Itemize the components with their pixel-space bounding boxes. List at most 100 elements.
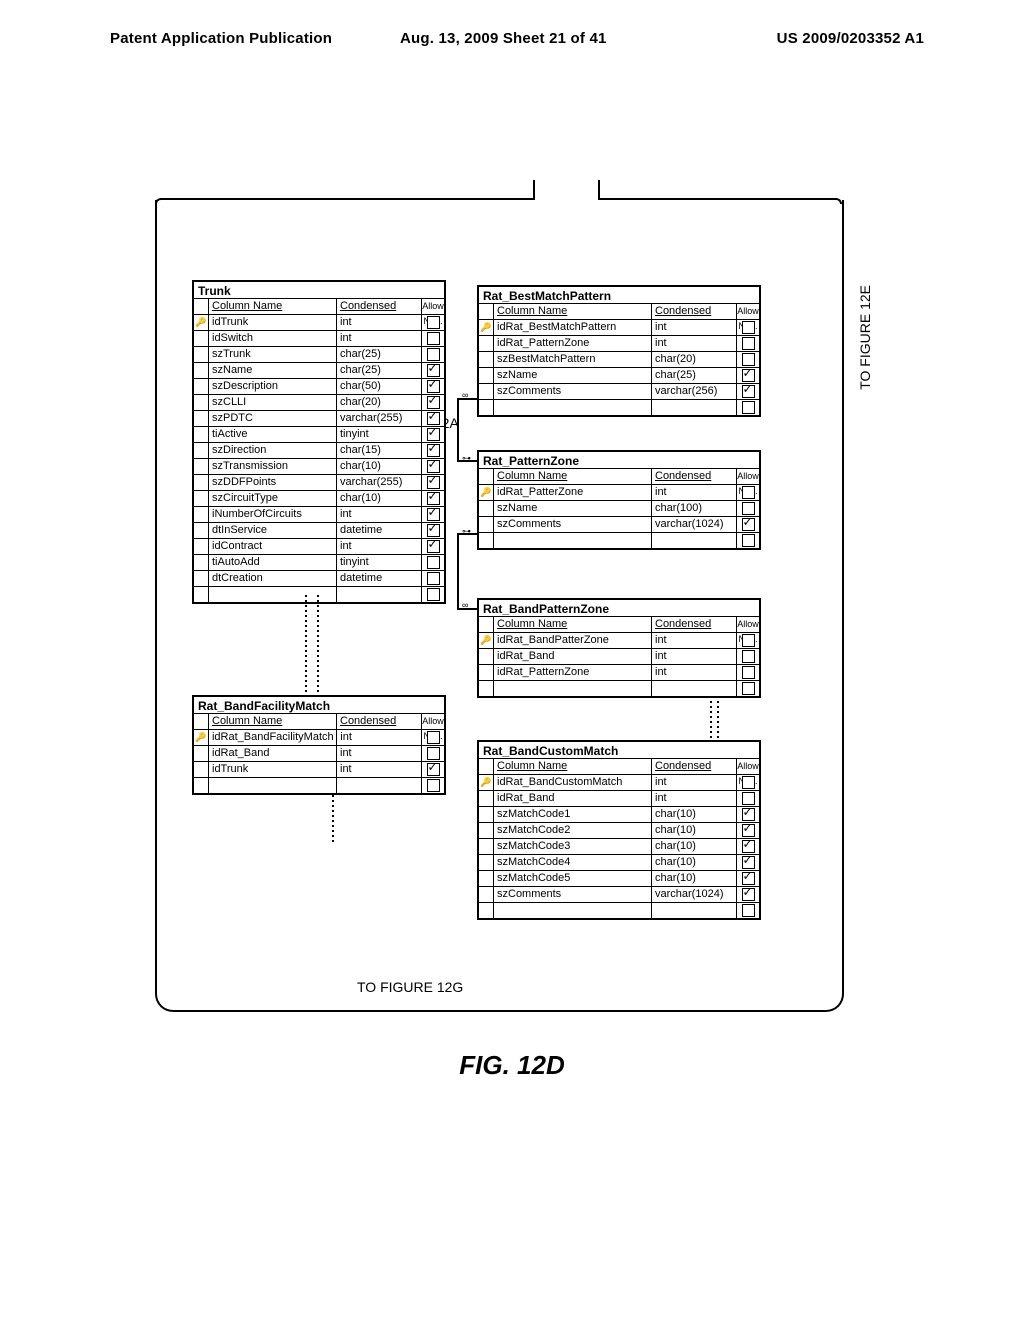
allow-null — [422, 778, 444, 793]
col-header: Column Name — [209, 299, 337, 314]
column-type: char(10) — [337, 459, 422, 474]
col-header: Allow Nu... — [737, 759, 759, 774]
key-link-icon: ⊶ — [462, 526, 471, 537]
table-trunk: Trunk Column NameCondensed TypeAllow Nu.… — [192, 280, 446, 604]
allow-null — [422, 411, 444, 426]
table-row: szMatchCode1char(10) — [479, 807, 759, 823]
pk-icon — [194, 587, 209, 602]
column-name: szName — [494, 368, 652, 383]
table-body: Column NameCondensed TypeAllow Nu...🔑idR… — [479, 617, 759, 696]
allow-null — [737, 791, 759, 806]
allow-null — [737, 887, 759, 902]
column-type: int — [337, 539, 422, 554]
column-name: szComments — [494, 384, 652, 399]
col-header: Condensed Type — [652, 304, 737, 319]
checkbox-icon — [427, 444, 440, 457]
allow-null — [737, 903, 759, 918]
column-name: dtCreation — [209, 571, 337, 586]
pk-icon — [479, 855, 494, 870]
column-type: varchar(1024) — [652, 517, 737, 532]
table-row: szMatchCode5char(10) — [479, 871, 759, 887]
pk-icon — [479, 533, 494, 548]
table-row: szCircuitTypechar(10) — [194, 491, 444, 507]
table-row — [479, 903, 759, 918]
pk-icon — [194, 778, 209, 793]
col-header: Condensed Type — [652, 469, 737, 484]
connector — [457, 398, 459, 460]
column-type: char(10) — [652, 807, 737, 822]
pk-icon — [479, 823, 494, 838]
column-type: int — [652, 665, 737, 680]
table-row: 🔑idRat_BestMatchPatternint — [479, 320, 759, 336]
column-type: char(25) — [337, 347, 422, 362]
column-type — [652, 903, 737, 918]
checkbox-icon — [742, 369, 755, 382]
pk-icon — [479, 368, 494, 383]
column-name: idRat_BandCustomMatch — [494, 775, 652, 790]
checkbox-icon — [427, 364, 440, 377]
allow-null — [737, 533, 759, 548]
pk-icon — [194, 347, 209, 362]
checkbox-icon — [742, 872, 755, 885]
key-link-icon: ⊶ — [462, 453, 471, 464]
checkbox-icon — [742, 518, 755, 531]
col-header: Column Name — [494, 759, 652, 774]
column-type: int — [652, 633, 737, 648]
pk-icon — [194, 491, 209, 506]
column-type: char(10) — [337, 491, 422, 506]
allow-null — [422, 762, 444, 777]
table-title: Rat_BestMatchPattern — [479, 287, 759, 304]
table-row: szDDFPointsvarchar(255) — [194, 475, 444, 491]
table-row: 🔑idTrunkint — [194, 315, 444, 331]
pk-icon — [194, 571, 209, 586]
column-name — [494, 681, 652, 696]
pk-icon — [194, 746, 209, 761]
column-name: idRat_BandFacilityMatch — [209, 730, 337, 745]
pk-icon — [194, 411, 209, 426]
checkbox-icon — [427, 572, 440, 585]
pk-icon — [194, 459, 209, 474]
checkbox-icon — [742, 888, 755, 901]
checkbox-icon — [742, 486, 755, 499]
pk-icon: 🔑 — [479, 633, 494, 648]
table-body: Column NameCondensed TypeAllow Nu...🔑idR… — [479, 304, 759, 415]
column-name: szTransmission — [209, 459, 337, 474]
col-header: Condensed Type — [337, 299, 422, 314]
pk-icon: 🔑 — [479, 775, 494, 790]
table-body: Column NameCondensed TypeAllow Nu...🔑idR… — [194, 714, 444, 793]
checkbox-icon — [742, 534, 755, 547]
allow-null — [737, 352, 759, 367]
table-row: idRat_PatternZoneint — [479, 665, 759, 681]
pk-icon — [479, 336, 494, 351]
pk-icon — [194, 379, 209, 394]
allow-null — [422, 507, 444, 522]
pk-icon — [194, 762, 209, 777]
table-row: szCommentsvarchar(1024) — [479, 887, 759, 903]
column-name: idRat_PatternZone — [494, 336, 652, 351]
checkbox-icon — [427, 524, 440, 537]
column-name: idRat_BestMatchPattern — [494, 320, 652, 335]
allow-null — [422, 315, 444, 330]
col-header: Allow Nu... — [737, 469, 759, 484]
checkbox-icon — [742, 634, 755, 647]
allow-null — [737, 665, 759, 680]
column-type: int — [337, 507, 422, 522]
column-name: idSwitch — [209, 331, 337, 346]
pk-icon — [479, 887, 494, 902]
column-type — [652, 533, 737, 548]
pk-icon — [194, 395, 209, 410]
table-row: szNamechar(25) — [479, 368, 759, 384]
table-row: idRat_PatternZoneint — [479, 336, 759, 352]
column-type: char(25) — [337, 363, 422, 378]
pk-icon — [479, 839, 494, 854]
pk-icon — [479, 871, 494, 886]
column-type: tinyint — [337, 555, 422, 570]
pk-icon — [194, 507, 209, 522]
pk-icon: 🔑 — [479, 485, 494, 500]
table-row — [479, 400, 759, 415]
pk-icon — [479, 352, 494, 367]
column-type: varchar(1024) — [652, 887, 737, 902]
pk-icon — [479, 384, 494, 399]
column-type: char(15) — [337, 443, 422, 458]
column-name: idRat_PatterZone — [494, 485, 652, 500]
